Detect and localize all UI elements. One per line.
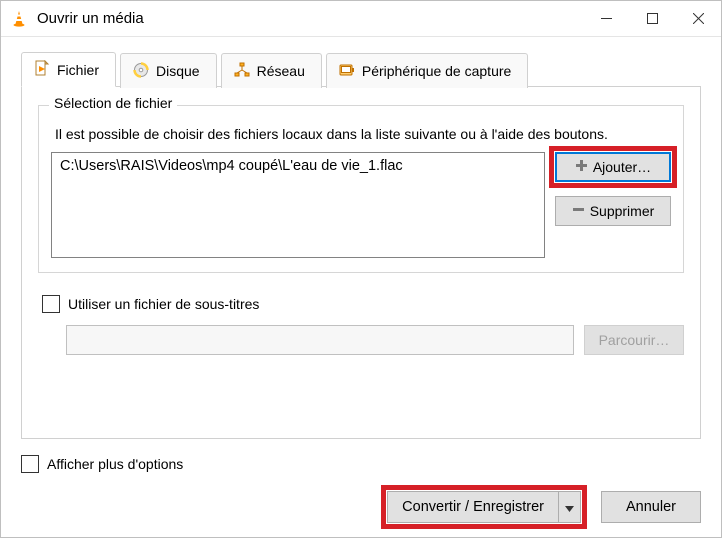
tab-capture[interactable]: Périphérique de capture	[326, 53, 528, 88]
remove-button[interactable]: Supprimer	[555, 196, 671, 226]
dialog-footer: Afficher plus d'options Convertir / Enre…	[1, 447, 721, 537]
dialog-content: Fichier Disque	[1, 37, 721, 447]
tab-file[interactable]: Fichier	[21, 52, 116, 87]
maximize-button[interactable]	[629, 1, 675, 37]
tabbar: Fichier Disque	[21, 51, 701, 86]
tab-capture-label: Périphérique de capture	[362, 63, 511, 79]
file-selection-legend: Sélection de fichier	[49, 95, 177, 111]
cancel-button[interactable]: Annuler	[601, 491, 701, 523]
convert-save-split-button: Convertir / Enregistrer	[387, 491, 581, 523]
minus-icon	[572, 203, 585, 219]
titlebar: Ouvrir un média	[1, 1, 721, 37]
vlc-cone-icon	[9, 9, 29, 29]
browse-subtitle-button: Parcourir…	[584, 325, 684, 355]
disc-icon	[133, 62, 149, 81]
minimize-button[interactable]	[583, 1, 629, 37]
highlight-convert: Convertir / Enregistrer	[387, 491, 581, 523]
capture-icon	[339, 62, 355, 81]
show-more-label: Afficher plus d'options	[47, 456, 183, 472]
subtitle-path-input	[66, 325, 574, 355]
tab-disc[interactable]: Disque	[120, 53, 217, 88]
cancel-button-label: Annuler	[626, 499, 676, 515]
add-button-label: Ajouter…	[593, 159, 651, 175]
tab-network[interactable]: Réseau	[221, 53, 322, 88]
convert-save-button[interactable]: Convertir / Enregistrer	[387, 491, 559, 523]
window-title: Ouvrir un média	[37, 10, 583, 27]
file-list-item[interactable]: C:\Users\RAIS\Videos\mp4 coupé\L'eau de …	[60, 158, 536, 174]
highlight-add: Ajouter…	[555, 152, 671, 182]
show-more-checkbox[interactable]	[21, 455, 39, 473]
network-icon	[234, 62, 250, 81]
file-selection-help: Il est possible de choisir des fichiers …	[55, 126, 671, 142]
tab-network-label: Réseau	[257, 63, 305, 79]
open-media-dialog: Ouvrir un média Fichier	[0, 0, 722, 538]
remove-button-label: Supprimer	[590, 203, 655, 219]
subtitle-checkbox-row: Utiliser un fichier de sous-titres	[38, 295, 684, 313]
subtitle-checkbox-label: Utiliser un fichier de sous-titres	[68, 296, 259, 312]
chevron-down-icon	[565, 499, 574, 515]
convert-save-dropdown[interactable]	[559, 491, 581, 523]
tab-file-label: Fichier	[57, 62, 99, 78]
close-button[interactable]	[675, 1, 721, 37]
file-icon	[34, 60, 50, 79]
plus-icon	[575, 159, 588, 175]
tabpanel-file: Sélection de fichier Il est possible de …	[21, 86, 701, 439]
file-selection-group: Sélection de fichier Il est possible de …	[38, 105, 684, 273]
browse-subtitle-label: Parcourir…	[599, 332, 670, 348]
add-button[interactable]: Ajouter…	[555, 152, 671, 182]
file-list[interactable]: C:\Users\RAIS\Videos\mp4 coupé\L'eau de …	[51, 152, 545, 258]
tab-disc-label: Disque	[156, 63, 200, 79]
subtitle-checkbox[interactable]	[42, 295, 60, 313]
convert-save-label: Convertir / Enregistrer	[402, 499, 544, 515]
